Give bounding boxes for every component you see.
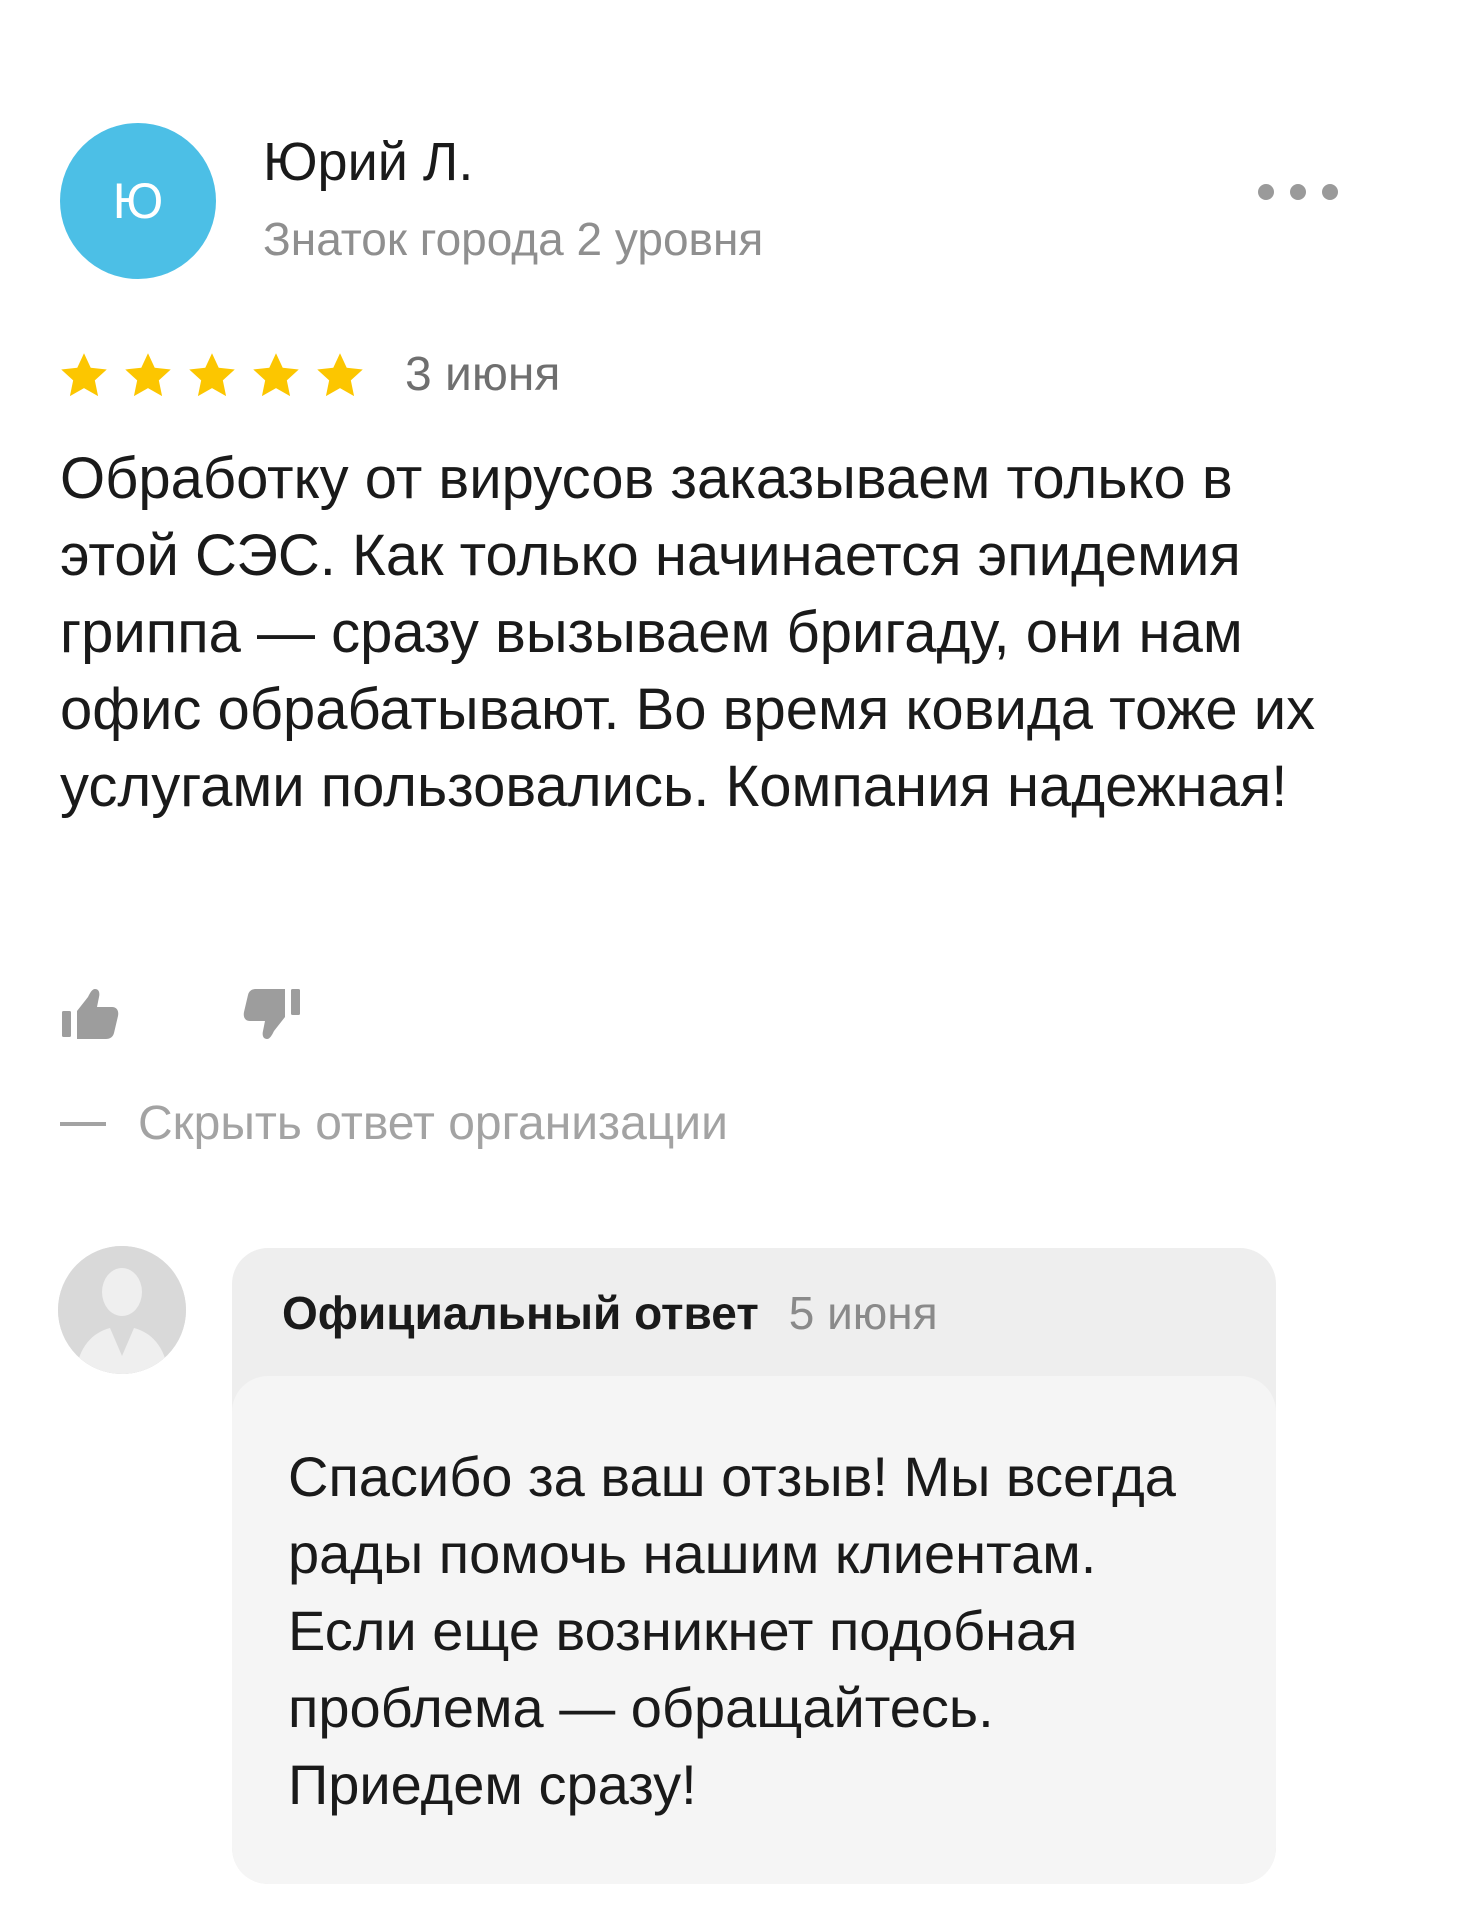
author-initial: Ю xyxy=(112,173,164,229)
author-level: Знаток города 2 уровня xyxy=(263,213,764,265)
reply-text: Спасибо за ваш отзыв! Мы всегда рады пом… xyxy=(288,1445,1176,1816)
more-dots-icon xyxy=(1258,184,1274,200)
organization-avatar xyxy=(58,1246,186,1374)
thumbs-up-icon xyxy=(62,989,119,1039)
star-icon xyxy=(189,353,235,397)
reply-date: 5 июня xyxy=(788,1287,938,1339)
author-name[interactable]: Юрий Л. xyxy=(263,130,473,195)
star-rating xyxy=(58,350,366,402)
hide-reply-label: Скрыть ответ организации xyxy=(138,1097,728,1150)
dash-icon xyxy=(60,1121,106,1126)
dislike-button[interactable] xyxy=(240,983,302,1045)
thumbs-down-icon xyxy=(243,989,300,1039)
review-date: 3 июня xyxy=(405,348,561,401)
reply-title: Официальный ответ xyxy=(282,1287,759,1339)
review-card: Ю Юрий Л. Знаток города 2 уровня 3 июня … xyxy=(0,0,1473,1920)
person-silhouette-icon xyxy=(58,1246,186,1374)
more-dot xyxy=(1322,184,1338,200)
official-reply-card: Официальный ответ 5 июня Спасибо за ваш … xyxy=(232,1248,1276,1884)
reply-body: Спасибо за ваш отзыв! Мы всегда рады пом… xyxy=(232,1376,1276,1884)
hide-reply-link[interactable]: Скрыть ответ организации xyxy=(60,1095,728,1153)
star-icon xyxy=(253,353,299,397)
like-button[interactable] xyxy=(60,983,122,1045)
more-options-button[interactable] xyxy=(1258,172,1338,212)
star-icon xyxy=(61,353,107,397)
author-avatar[interactable]: Ю xyxy=(60,123,216,279)
star-icon xyxy=(317,353,363,397)
star-icon xyxy=(125,353,171,397)
review-text: Обработку от вирусов заказываем только в… xyxy=(60,446,1316,819)
reply-header: Официальный ответ 5 июня xyxy=(282,1286,938,1341)
more-dot xyxy=(1290,184,1306,200)
